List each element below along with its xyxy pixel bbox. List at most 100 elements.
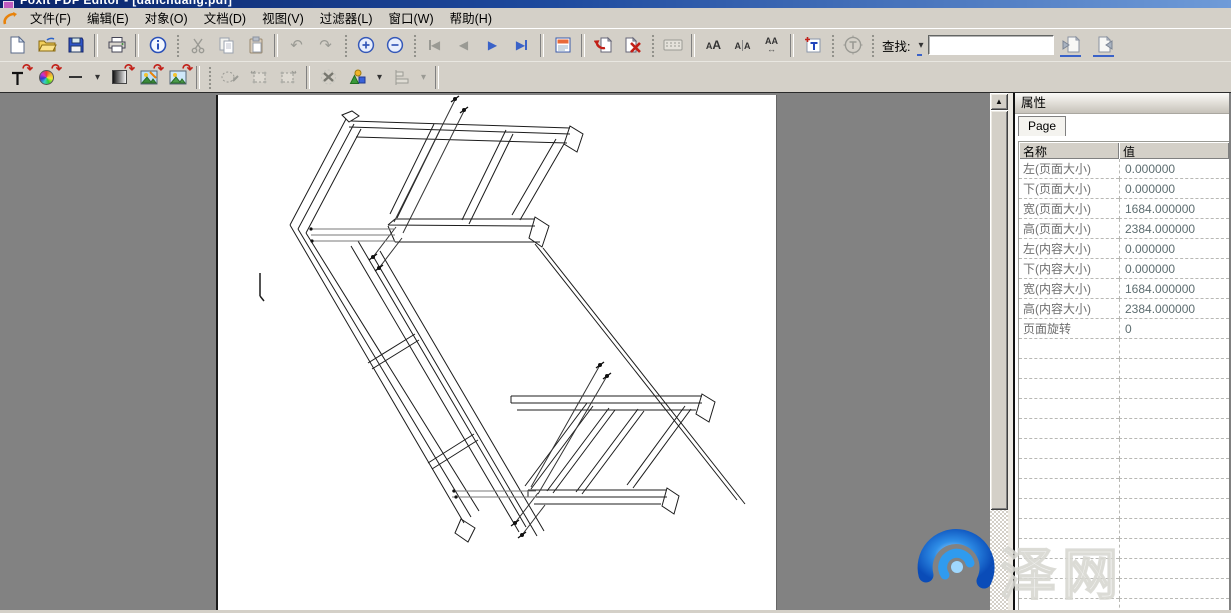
find-previous-button[interactable]: [1055, 32, 1086, 58]
shapes-icon: [349, 69, 367, 86]
copy-button: [213, 32, 240, 58]
shapes-dropdown[interactable]: ▾: [372, 66, 385, 88]
next-page-button[interactable]: ▶: [479, 32, 506, 58]
table-row[interactable]: 宽(页面大小)1684.000000: [1019, 199, 1229, 219]
find-input[interactable]: [928, 35, 1054, 55]
last-page-button[interactable]: ▶: [508, 32, 535, 58]
add-text-object-button[interactable]: [799, 32, 826, 58]
zoom-out-button[interactable]: [381, 32, 408, 58]
property-value[interactable]: 0.000000: [1119, 239, 1229, 259]
red-arrow-icon: ↷: [153, 62, 164, 75]
empty-name-cell: [1019, 459, 1119, 479]
chevron-down-icon: ▾: [95, 72, 100, 83]
table-row[interactable]: 左(内容大小)0.000000: [1019, 239, 1229, 259]
property-value[interactable]: 1684.000000: [1119, 279, 1229, 299]
scrollbar-thumb[interactable]: [990, 110, 1008, 510]
zoom-in-button[interactable]: [352, 32, 379, 58]
align-button: [388, 64, 415, 90]
delete-page-icon: [623, 36, 642, 54]
print-icon: [107, 36, 127, 54]
font-kerning-button[interactable]: AA: [729, 32, 756, 58]
property-value[interactable]: 2384.000000: [1119, 219, 1229, 239]
property-value[interactable]: 0.000000: [1119, 259, 1229, 279]
tab-page[interactable]: Page: [1018, 116, 1066, 136]
toolbar-separator: [274, 34, 278, 57]
table-row[interactable]: 宽(内容大小)1684.000000: [1019, 279, 1229, 299]
property-value[interactable]: 0.000000: [1119, 159, 1229, 179]
first-page-button: ◀: [421, 32, 448, 58]
property-name: 宽(内容大小): [1019, 279, 1119, 299]
add-text-button[interactable]: ↷: [4, 64, 31, 90]
toolbar-grip[interactable]: [175, 33, 180, 57]
page-properties-button[interactable]: [549, 32, 576, 58]
property-empty-row: [1019, 499, 1229, 519]
menu-edit[interactable]: 编辑(E): [79, 6, 137, 30]
toolbar-grip[interactable]: [412, 33, 417, 57]
chevron-down-icon: ▾: [421, 72, 426, 83]
first-page-icon: ◀: [431, 39, 440, 51]
table-row[interactable]: 下(内容大小)0.000000: [1019, 259, 1229, 279]
print-button[interactable]: [103, 32, 130, 58]
find-next-button[interactable]: [1088, 32, 1119, 58]
property-name: 高(内容大小): [1019, 299, 1119, 319]
edit-image-button[interactable]: ↷: [135, 64, 162, 90]
delete-page-button[interactable]: [619, 32, 646, 58]
scroll-up-button[interactable]: ▲: [990, 93, 1008, 110]
empty-name-cell: [1019, 439, 1119, 459]
column-header-name[interactable]: 名称: [1019, 142, 1119, 159]
find-history-dropdown[interactable]: ▾: [913, 34, 926, 56]
toolbar-grip[interactable]: [830, 33, 835, 57]
property-value[interactable]: 1684.000000: [1119, 199, 1229, 219]
menu-help[interactable]: 帮助(H): [442, 6, 500, 30]
toolbar-grip[interactable]: [343, 33, 348, 57]
menu-bar: 文件(F) 编辑(E) 对象(O) 文档(D) 视图(V) 过滤器(L) 窗口(…: [0, 8, 1231, 29]
menu-object[interactable]: 对象(O): [137, 6, 196, 30]
add-shading-button[interactable]: ↷: [106, 64, 133, 90]
new-button[interactable]: [4, 32, 31, 58]
insert-page-button[interactable]: [590, 32, 617, 58]
add-image-button[interactable]: ↷: [164, 64, 191, 90]
watermark-logo: [916, 526, 998, 613]
find-next-icon: [1094, 36, 1114, 54]
table-row[interactable]: 高(页面大小)2384.000000: [1019, 219, 1229, 239]
property-name: 下(页面大小): [1019, 179, 1119, 199]
menu-view[interactable]: 视图(V): [254, 6, 312, 30]
line-style-button[interactable]: [62, 64, 89, 90]
info-button[interactable]: [144, 32, 171, 58]
empty-name-cell: [1019, 399, 1119, 419]
delete-x-icon: [320, 69, 337, 85]
toolbar-grip[interactable]: [870, 33, 875, 57]
line-style-dropdown[interactable]: ▾: [90, 66, 103, 88]
menu-window[interactable]: 窗口(W): [381, 6, 442, 30]
add-color-object-button[interactable]: ↷: [33, 64, 60, 90]
document-canvas[interactable]: [0, 93, 990, 610]
property-name: 页面旋转: [1019, 319, 1119, 339]
font-style-button[interactable]: AA: [700, 32, 727, 58]
redo-icon: ↷: [319, 38, 332, 53]
property-value[interactable]: 0: [1119, 319, 1229, 339]
table-row[interactable]: 页面旋转0: [1019, 319, 1229, 339]
menu-file[interactable]: 文件(F): [22, 6, 79, 30]
toolbar-grip[interactable]: [207, 65, 212, 89]
table-row[interactable]: 下(页面大小)0.000000: [1019, 179, 1229, 199]
font-spacing-button[interactable]: AA↔: [758, 32, 785, 58]
chevron-down-icon: ▾: [918, 40, 923, 51]
empty-value-cell: [1119, 479, 1229, 499]
toolbar-grip[interactable]: [650, 33, 655, 57]
open-button[interactable]: [33, 32, 60, 58]
undo-button: ↶: [283, 32, 310, 58]
shapes-button[interactable]: [344, 64, 371, 90]
menu-filter[interactable]: 过滤器(L): [312, 6, 381, 30]
save-button[interactable]: [62, 32, 89, 58]
property-value[interactable]: 0.000000: [1119, 179, 1229, 199]
text-object-icon: [804, 36, 822, 54]
menu-document[interactable]: 文档(D): [196, 6, 254, 30]
table-row[interactable]: 高(内容大小)2384.000000: [1019, 299, 1229, 319]
table-row[interactable]: 左(页面大小)0.000000: [1019, 159, 1229, 179]
property-empty-row: [1019, 419, 1229, 439]
property-value[interactable]: 2384.000000: [1119, 299, 1229, 319]
property-name: 左(页面大小): [1019, 159, 1119, 179]
empty-name-cell: [1019, 479, 1119, 499]
column-header-value[interactable]: 值: [1119, 142, 1229, 159]
pdf-page[interactable]: [216, 95, 777, 610]
